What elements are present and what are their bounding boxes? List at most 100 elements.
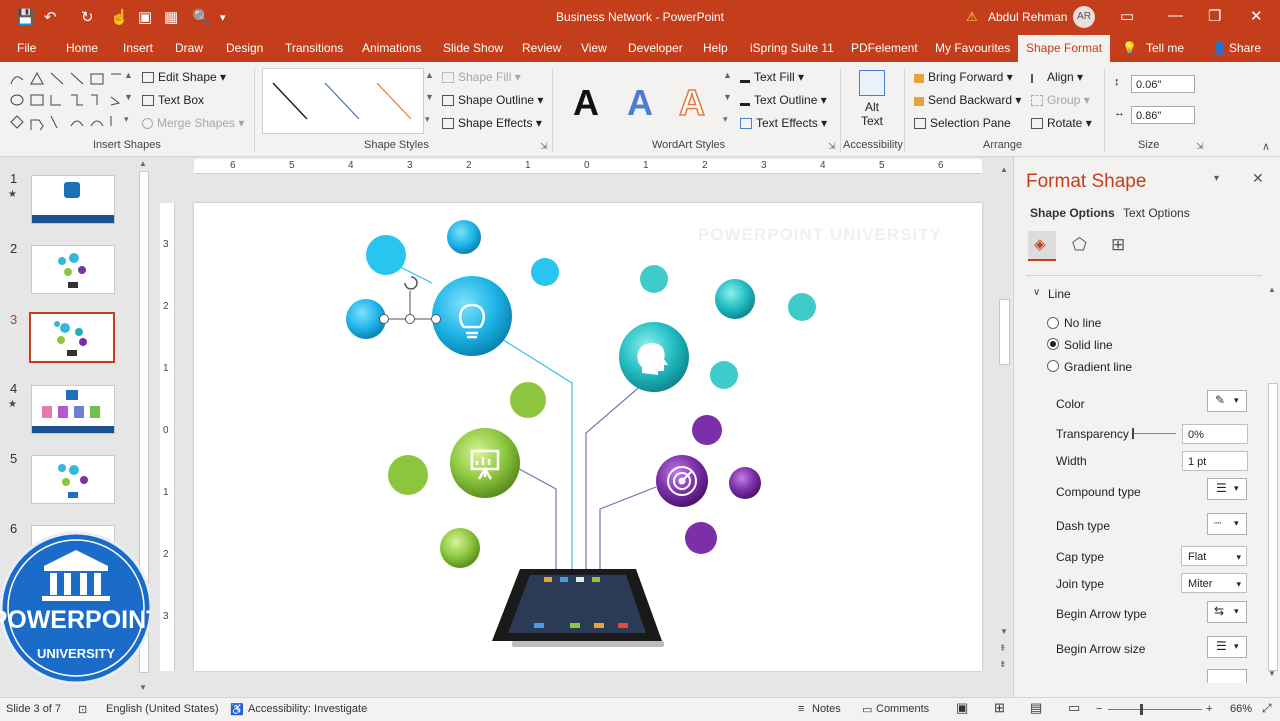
fill-line-tab[interactable]: ◈ — [1028, 231, 1056, 261]
zoom-slider[interactable] — [1108, 704, 1202, 715]
notes-button[interactable]: Notes — [812, 703, 841, 715]
shape-height-input[interactable]: 0.06" — [1131, 75, 1195, 93]
zoom-level[interactable]: 66% — [1230, 703, 1252, 715]
bubble-teal-2[interactable] — [715, 279, 755, 319]
bubble-green-1[interactable] — [510, 382, 546, 418]
wordart-scroll-down-icon[interactable]: ▼ — [723, 92, 732, 102]
slide-canvas[interactable]: POWERPOINT UNIVERSITY — [194, 203, 982, 671]
width-input[interactable]: 1 pt — [1182, 451, 1248, 471]
avatar[interactable]: AR — [1073, 6, 1095, 28]
gallery-scroll-down-icon[interactable]: ▼ — [124, 92, 133, 102]
gradient-line-radio[interactable] — [1047, 360, 1059, 372]
pane-scrollbar[interactable]: ▲ ▼ — [1266, 285, 1278, 681]
bubble-teal-1[interactable] — [640, 265, 668, 293]
zoom-slider-thumb[interactable] — [1140, 704, 1143, 715]
previous-slide-icon[interactable]: ⇞ — [999, 643, 1007, 654]
canvas-scroll-thumb[interactable] — [999, 299, 1010, 365]
line-color-picker[interactable]: ✎ ▾ — [1207, 390, 1247, 412]
slide-thumbnail-2[interactable] — [31, 245, 115, 294]
tab-home[interactable]: Home — [66, 41, 98, 55]
tell-me[interactable]: Tell me — [1146, 41, 1184, 55]
share-button[interactable]: Share — [1229, 41, 1261, 55]
begin-arrow-type-dropdown[interactable]: ⇆ ▾ — [1207, 601, 1247, 623]
tab-review[interactable]: Review — [522, 41, 561, 55]
bubble-teal-4[interactable] — [710, 361, 738, 389]
compound-type-dropdown[interactable]: ☰ ▾ — [1207, 478, 1247, 500]
wordart-blue[interactable]: A — [627, 82, 653, 124]
shape-width-input[interactable]: 0.86" — [1131, 106, 1195, 124]
pane-options-icon[interactable]: ▾ — [1214, 173, 1219, 184]
align-button[interactable]: Align ▾ — [1031, 70, 1083, 84]
shape-outline-button[interactable]: Shape Outline ▾ — [442, 93, 543, 107]
tab-shape-format[interactable]: Shape Format — [1018, 35, 1111, 62]
slideshow-icon[interactable]: ▭ — [1068, 700, 1080, 716]
tab-my-favourites[interactable]: My Favourites — [935, 41, 1010, 55]
bubble-green-3[interactable] — [440, 528, 480, 568]
alt-text-button[interactable]: Alt Text — [856, 70, 888, 136]
shapes-gallery[interactable] — [7, 70, 135, 130]
tab-pdfelement[interactable]: PDFelement — [851, 41, 918, 55]
tab-text-options[interactable]: Text Options — [1123, 206, 1190, 220]
transparency-input[interactable]: 0% — [1182, 424, 1248, 444]
tab-ispring[interactable]: iSpring Suite 11 — [750, 41, 834, 55]
slide-counter[interactable]: Slide 3 of 7 — [6, 703, 61, 715]
zoom-out-icon[interactable]: − — [1096, 703, 1102, 715]
wordart-black[interactable]: A — [573, 82, 599, 124]
tab-developer[interactable]: Developer — [628, 41, 683, 55]
comments-button[interactable]: Comments — [876, 703, 929, 715]
gallery-scroll-up-icon[interactable]: ▲ — [124, 70, 133, 80]
vertical-ruler[interactable]: 3 2 1 0 1 2 3 — [160, 203, 175, 671]
text-effects-button[interactable]: Text Effects ▾ — [740, 116, 827, 130]
slide-thumbnail-1[interactable] — [31, 175, 115, 224]
tab-transitions[interactable]: Transitions — [285, 41, 343, 55]
dash-type-dropdown[interactable]: ┈ ▾ — [1207, 513, 1247, 535]
tab-design[interactable]: Design — [226, 41, 263, 55]
next-slide-icon[interactable]: ⇟ — [999, 659, 1007, 670]
close-icon[interactable]: ✕ — [1250, 7, 1263, 25]
wordart-launcher-icon[interactable]: ⇲ — [828, 141, 836, 152]
idea-bubble[interactable] — [432, 276, 512, 356]
pentagon-effects-icon[interactable]: ⬠ — [1072, 235, 1087, 255]
rotate-button[interactable]: Rotate ▾ — [1031, 116, 1092, 130]
collapse-ribbon-icon[interactable]: ∧ — [1262, 140, 1270, 153]
slide-thumbnail-5[interactable] — [31, 455, 115, 504]
join-type-dropdown[interactable]: Miter ▾ — [1181, 573, 1247, 593]
presentation-bubble[interactable] — [450, 428, 520, 498]
text-box-button[interactable]: Text Box — [142, 93, 204, 107]
shape-styles-gallery[interactable] — [262, 68, 424, 134]
selection-pane-button[interactable]: Selection Pane — [914, 116, 1011, 130]
accessibility-status[interactable]: Accessibility: Investigate — [248, 703, 367, 715]
selected-line-handles[interactable] — [379, 276, 441, 324]
wordart-orange[interactable]: A — [678, 81, 706, 124]
wordart-scroll-up-icon[interactable]: ▲ — [723, 70, 732, 80]
merge-shapes-button[interactable]: Merge Shapes ▾ — [142, 116, 244, 130]
scroll-down-icon[interactable]: ▼ — [1000, 627, 1008, 636]
tab-shape-options[interactable]: Shape Options — [1030, 206, 1115, 220]
bubble-purple-1[interactable] — [692, 415, 722, 445]
text-outline-button[interactable]: Text Outline ▾ — [740, 93, 827, 107]
line-section-header[interactable]: Line — [1048, 287, 1071, 301]
shape-styles-launcher-icon[interactable]: ⇲ — [540, 141, 548, 152]
begin-arrow-size-dropdown[interactable]: ☰ ▾ — [1207, 636, 1247, 658]
styles-scroll-up-icon[interactable]: ▲ — [425, 70, 434, 80]
scroll-down-icon[interactable]: ▼ — [1268, 669, 1276, 678]
slide-thumbnail-3[interactable] — [29, 312, 115, 363]
no-line-label[interactable]: No line — [1064, 316, 1101, 330]
text-fill-button[interactable]: Text Fill ▾ — [740, 70, 804, 84]
gallery-more-icon[interactable]: ▾ — [124, 114, 129, 125]
size-launcher-icon[interactable]: ⇲ — [1196, 141, 1204, 152]
minimize-icon[interactable]: — — [1168, 7, 1183, 24]
rotate-handle-icon[interactable] — [404, 276, 418, 290]
scroll-up-icon[interactable]: ▲ — [1000, 165, 1008, 174]
language-status[interactable]: English (United States) — [106, 703, 219, 715]
styles-scroll-down-icon[interactable]: ▼ — [425, 92, 434, 102]
pane-close-icon[interactable]: ✕ — [1252, 170, 1264, 187]
styles-more-icon[interactable]: ▾ — [425, 114, 430, 125]
tab-view[interactable]: View — [581, 41, 607, 55]
send-backward-button[interactable]: Send Backward ▾ — [914, 93, 1021, 107]
gradient-line-label[interactable]: Gradient line — [1064, 360, 1132, 374]
transparency-slider[interactable] — [1132, 428, 1176, 439]
tab-help[interactable]: Help — [703, 41, 728, 55]
horizontal-ruler[interactable]: 6 5 4 3 2 1 0 1 2 3 4 5 6 — [194, 159, 982, 174]
wordart-more-icon[interactable]: ▾ — [723, 114, 728, 125]
